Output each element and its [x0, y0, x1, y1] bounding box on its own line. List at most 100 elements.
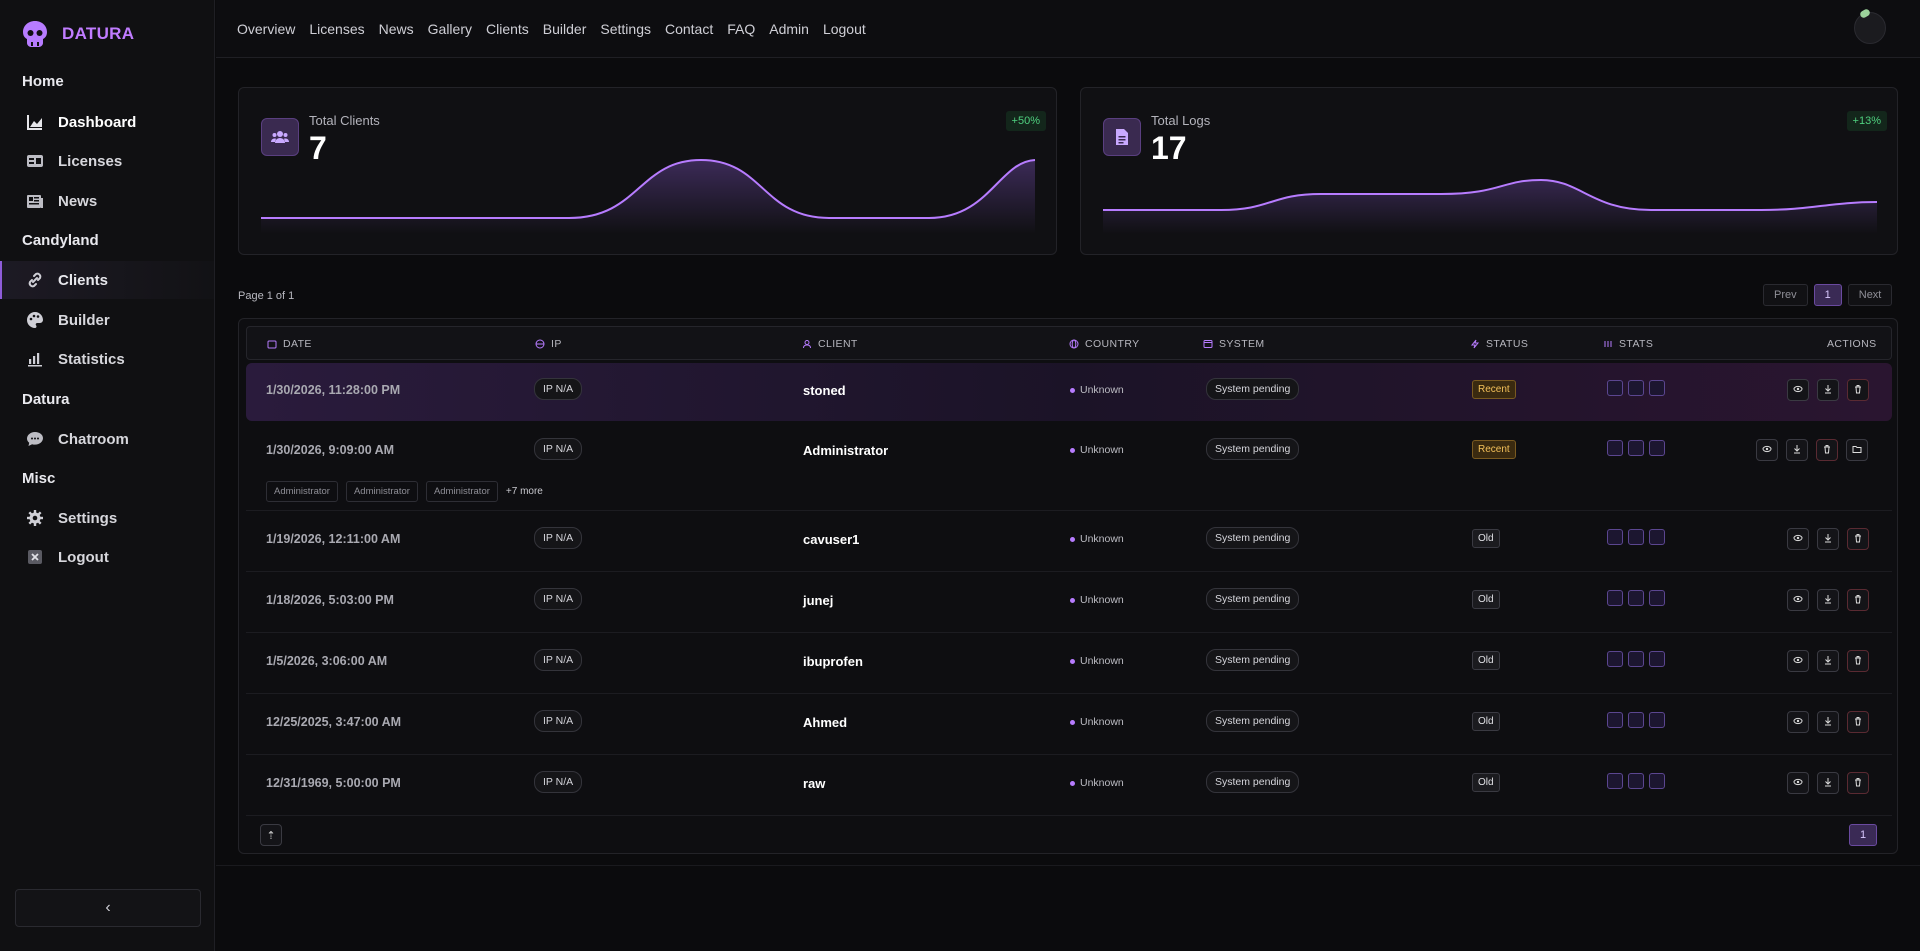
more-tags[interactable]: +7 more [506, 486, 543, 497]
image-icon[interactable] [1649, 529, 1665, 545]
download-button[interactable] [1817, 772, 1839, 794]
download-button[interactable] [1817, 528, 1839, 550]
file-icon[interactable] [1628, 440, 1644, 456]
topnav-settings[interactable]: Settings [600, 21, 651, 37]
view-button[interactable] [1787, 711, 1809, 733]
file-icon[interactable] [1628, 712, 1644, 728]
sparkline-chart [1103, 178, 1878, 234]
image-icon[interactable] [1649, 440, 1665, 456]
client-name[interactable]: cavuser1 [803, 532, 859, 547]
header-stats[interactable]: STATS [1603, 338, 1653, 350]
scroll-top-button[interactable]: ⇡ [260, 824, 282, 846]
client-name[interactable]: junej [803, 593, 833, 608]
file-icon[interactable] [1628, 380, 1644, 396]
view-button[interactable] [1787, 650, 1809, 672]
topnav-gallery[interactable]: Gallery [428, 21, 472, 37]
sidebar-item-licenses[interactable]: Licenses [0, 142, 214, 180]
eye-icon [1793, 776, 1803, 790]
topnav-logout[interactable]: Logout [823, 21, 866, 37]
header-status[interactable]: STATUS [1470, 338, 1528, 350]
sidebar-item-news[interactable]: News [0, 182, 214, 220]
folder-button[interactable] [1846, 439, 1868, 461]
next-button[interactable]: Next [1847, 284, 1893, 306]
brand[interactable]: DATURA [22, 20, 134, 48]
image-icon[interactable] [1649, 712, 1665, 728]
image-icon[interactable] [1649, 380, 1665, 396]
table-row[interactable]: 12/31/1969, 5:00:00 PM IP N/A raw Unknow… [246, 756, 1892, 816]
cookie-icon[interactable] [1607, 529, 1623, 545]
download-button[interactable] [1817, 650, 1839, 672]
topnav-overview[interactable]: Overview [237, 21, 295, 37]
topnav-clients[interactable]: Clients [486, 21, 529, 37]
download-button[interactable] [1817, 711, 1839, 733]
topnav-builder[interactable]: Builder [543, 21, 587, 37]
header-country[interactable]: COUNTRY [1069, 338, 1140, 350]
download-icon [1823, 532, 1833, 546]
topnav-contact[interactable]: Contact [665, 21, 713, 37]
avatar[interactable] [1854, 12, 1886, 44]
header-ip[interactable]: IP [535, 338, 562, 350]
delete-button[interactable] [1847, 650, 1869, 672]
view-button[interactable] [1787, 772, 1809, 794]
client-name[interactable]: raw [803, 776, 825, 791]
view-button[interactable] [1787, 379, 1809, 401]
sidebar-item-clients[interactable]: Clients [0, 261, 214, 299]
cookie-icon[interactable] [1607, 380, 1623, 396]
client-name[interactable]: stoned [803, 383, 846, 398]
delete-button[interactable] [1847, 379, 1869, 401]
table-row[interactable]: 1/30/2026, 11:28:00 PM IP N/A stoned Unk… [246, 363, 1892, 421]
trash-icon [1853, 776, 1863, 790]
file-icon[interactable] [1628, 529, 1644, 545]
table-row[interactable]: 12/25/2025, 3:47:00 AM IP N/A Ahmed Unkn… [246, 695, 1892, 755]
page-1-button[interactable]: 1 [1813, 284, 1842, 306]
globe-icon [1069, 339, 1079, 349]
collapse-sidebar-button[interactable]: ‹ [15, 889, 201, 927]
view-button[interactable] [1787, 589, 1809, 611]
topnav-faq[interactable]: FAQ [727, 21, 755, 37]
client-name[interactable]: ibuprofen [803, 654, 863, 669]
delete-button[interactable] [1847, 772, 1869, 794]
download-button[interactable] [1817, 379, 1839, 401]
sidebar-item-logout[interactable]: Logout [0, 538, 214, 576]
image-icon[interactable] [1649, 590, 1665, 606]
page-1-button-bottom[interactable]: 1 [1849, 824, 1877, 846]
topnav-licenses[interactable]: Licenses [309, 21, 364, 37]
system-pill: System pending [1206, 378, 1300, 400]
delete-button[interactable] [1816, 439, 1838, 461]
sidebar-item-builder[interactable]: Builder [0, 301, 214, 339]
file-icon[interactable] [1628, 773, 1644, 789]
client-name[interactable]: Administrator [803, 443, 888, 458]
header-date[interactable]: DATE [267, 338, 312, 350]
view-button[interactable] [1787, 528, 1809, 550]
cookie-icon[interactable] [1607, 651, 1623, 667]
image-icon[interactable] [1649, 651, 1665, 667]
topnav-news[interactable]: News [379, 21, 414, 37]
sidebar-item-statistics[interactable]: Statistics [0, 340, 214, 378]
download-icon [1792, 443, 1802, 457]
image-icon[interactable] [1649, 773, 1665, 789]
header-client[interactable]: CLIENT [802, 338, 858, 350]
sidebar-item-chatroom[interactable]: Chatroom [0, 420, 214, 458]
table-row[interactable]: 1/30/2026, 9:09:00 AM IP N/A Administrat… [246, 423, 1892, 511]
download-button[interactable] [1817, 589, 1839, 611]
cookie-icon[interactable] [1607, 712, 1623, 728]
sidebar-item-dashboard[interactable]: Dashboard [0, 103, 214, 141]
header-system[interactable]: SYSTEM [1203, 338, 1265, 350]
table-row[interactable]: 1/5/2026, 3:06:00 AM IP N/A ibuprofen Un… [246, 634, 1892, 694]
sidebar-item-settings[interactable]: Settings [0, 499, 214, 537]
topnav-admin[interactable]: Admin [769, 21, 809, 37]
table-row[interactable]: 1/18/2026, 5:03:00 PM IP N/A junej Unkno… [246, 573, 1892, 633]
table-row[interactable]: 1/19/2026, 12:11:00 AM IP N/A cavuser1 U… [246, 512, 1892, 572]
download-button[interactable] [1786, 439, 1808, 461]
file-icon[interactable] [1628, 651, 1644, 667]
client-name[interactable]: Ahmed [803, 715, 847, 730]
delete-button[interactable] [1847, 528, 1869, 550]
delete-button[interactable] [1847, 589, 1869, 611]
file-icon[interactable] [1628, 590, 1644, 606]
cookie-icon[interactable] [1607, 773, 1623, 789]
view-button[interactable] [1756, 439, 1778, 461]
cookie-icon[interactable] [1607, 440, 1623, 456]
delete-button[interactable] [1847, 711, 1869, 733]
prev-button[interactable]: Prev [1763, 284, 1808, 306]
cookie-icon[interactable] [1607, 590, 1623, 606]
